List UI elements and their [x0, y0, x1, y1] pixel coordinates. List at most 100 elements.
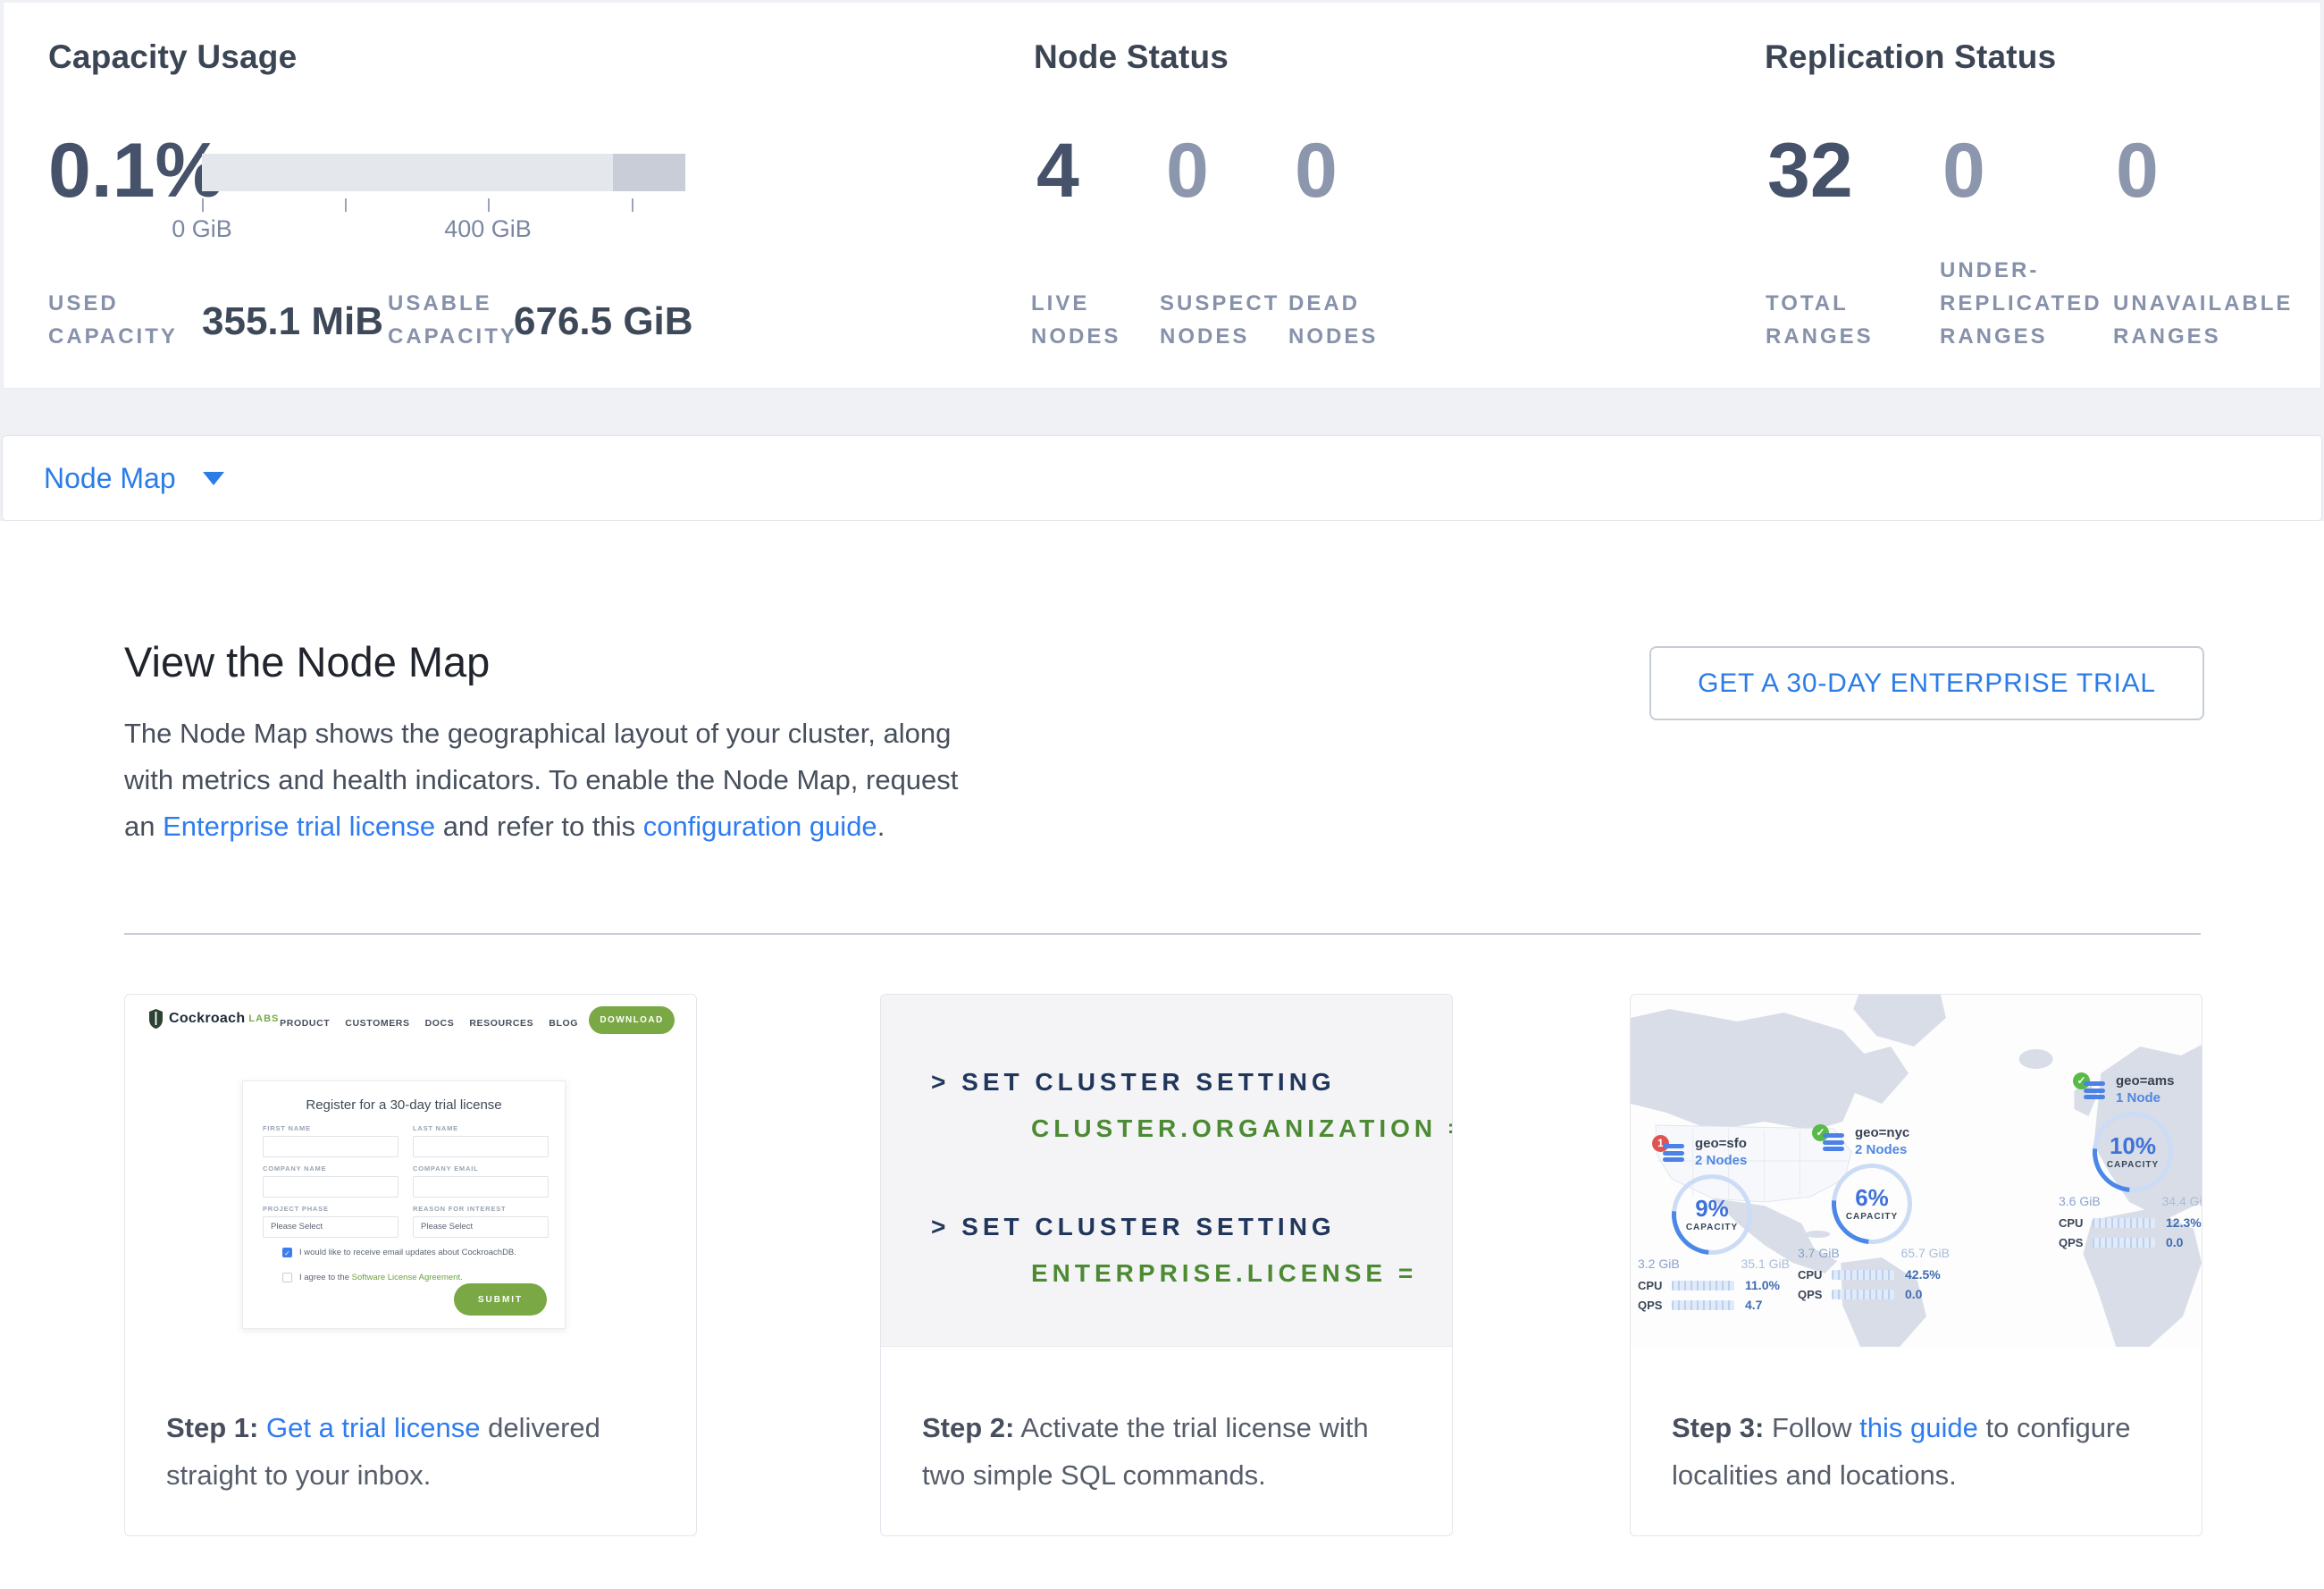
step1-card: Cockroach LABS PRODUCT CUSTOMERS DOCS RE…	[124, 994, 697, 1536]
mini-checkbox-email-updates: I would like to receive email updates ab…	[282, 1248, 516, 1257]
capacity-axis-label-400: 400 GiB	[416, 215, 559, 243]
step1-caption: Step 1: Get a trial license delivered st…	[125, 1347, 696, 1536]
capacity-used-percent: 0.1%	[48, 132, 223, 209]
locality-node-count: 1 Node	[2116, 1089, 2174, 1106]
mini-nav-customers: CUSTOMERS	[345, 1018, 409, 1029]
step3-map-preview: 1 geo=sfo 2 Nodes 9% CAPACITY	[1631, 995, 2202, 1347]
cockroach-labs-logo: Cockroach LABS	[148, 1009, 279, 1029]
dead-nodes-label: DEAD NODES	[1288, 287, 1378, 353]
dead-nodes-value: 0	[1295, 132, 1338, 209]
used-capacity-value: 355.1 MiB	[202, 299, 383, 344]
node-map-enablement-section: View the Node Map The Node Map shows the…	[0, 521, 2324, 1589]
step1-site-preview: Cockroach LABS PRODUCT CUSTOMERS DOCS RE…	[125, 995, 696, 1347]
capacity-axis-tick	[488, 198, 490, 212]
qps-sparkline	[2093, 1238, 2155, 1248]
capacity-gauge: 10% CAPACITY	[2093, 1112, 2173, 1192]
sql-argument-2: ENTERPRISE.LICENSE =	[1031, 1259, 1417, 1288]
capacity-gauge: 9% CAPACITY	[1672, 1174, 1752, 1255]
under-replicated-ranges-label: UNDER- REPLICATED RANGES	[1940, 254, 2102, 353]
used-capacity-label: USED CAPACITY	[48, 287, 178, 353]
view-selector-dropdown[interactable]: Node Map	[2, 435, 2322, 521]
mini-download-button: DOWNLOAD	[589, 1006, 675, 1034]
locality-ams: ✓ geo=ams 1 Node 10% CAPACITY	[2073, 1069, 2202, 1257]
capacity-axis-tick	[632, 198, 633, 212]
sql-argument-1: CLUSTER.ORGANIZATION =	[1031, 1114, 1453, 1143]
qps-sparkline	[1672, 1300, 1734, 1310]
capacity-axis-label-0: 0 GiB	[130, 215, 273, 243]
mini-field-project-phase: PROJECT PHASE Please Select	[263, 1205, 399, 1238]
mini-field-first-name: FIRST NAME	[263, 1124, 399, 1157]
qps-metric-row: QPS 0.0	[2059, 1235, 2202, 1249]
mini-checkbox-license-agreement: I agree to the Software License Agreemen…	[282, 1273, 463, 1282]
suspect-nodes-label: SUSPECT NODES	[1160, 287, 1279, 353]
mini-nav-docs: DOCS	[425, 1018, 455, 1029]
cpu-metric-row: CPU 11.0%	[1638, 1278, 1808, 1292]
mini-trial-license-form: Register for a 30-day trial license FIRS…	[242, 1080, 566, 1329]
chevron-down-icon	[203, 472, 224, 485]
unavailable-ranges-value: 0	[2116, 132, 2159, 209]
mini-submit-button: SUBMIT	[454, 1283, 547, 1316]
under-replicated-ranges-value: 0	[1942, 132, 1985, 209]
mini-field-company-email: COMPANY EMAIL	[413, 1164, 549, 1198]
usable-capacity-label: USABLE CAPACITY	[388, 287, 517, 353]
cluster-summary-bar: Capacity Usage 0.1% 0 GiB 400 GiB USED C…	[3, 3, 2321, 389]
database-stack-icon	[1823, 1133, 1846, 1155]
mini-field-reason: REASON FOR INTEREST Please Select	[413, 1205, 549, 1238]
cpu-metric-row: CPU 12.3%	[2059, 1215, 2202, 1230]
step2-sql-preview: > SET CLUSTER SETTING CLUSTER.ORGANIZATI…	[881, 995, 1452, 1347]
view-selector-label: Node Map	[44, 462, 176, 495]
software-license-agreement-link: Software License Agreement.	[352, 1273, 463, 1282]
mini-site-header: Cockroach LABS PRODUCT CUSTOMERS DOCS RE…	[125, 995, 696, 1050]
capacity-usage-title: Capacity Usage	[48, 38, 297, 76]
section-divider	[124, 933, 2201, 935]
sql-command-2: > SET CLUSTER SETTING	[931, 1213, 1336, 1241]
cpu-sparkline	[2093, 1218, 2155, 1228]
locality-nyc: ✓ geo=nyc 2 Nodes 6% CAPACITY	[1812, 1121, 2026, 1308]
database-stack-icon	[2084, 1081, 2107, 1103]
mini-nav-resources: RESOURCES	[469, 1018, 533, 1029]
locality-name: geo=nyc	[1855, 1124, 1909, 1141]
cockroach-logo-icon	[148, 1009, 164, 1029]
qps-metric-row: QPS 0.0	[1798, 1287, 1967, 1301]
database-stack-icon	[1663, 1144, 1686, 1165]
suspect-nodes-value: 0	[1166, 132, 1209, 209]
mini-field-last-name: LAST NAME	[413, 1124, 549, 1157]
unavailable-ranges-label: UNAVAILABLE RANGES	[2113, 287, 2293, 353]
qps-metric-row: QPS 4.7	[1638, 1298, 1808, 1312]
usable-capacity-value: 676.5 GiB	[514, 299, 693, 344]
enterprise-trial-button[interactable]: GET A 30-DAY ENTERPRISE TRIAL	[1649, 646, 2204, 720]
live-nodes-value: 4	[1036, 132, 1079, 209]
mini-nav-blog: BLOG	[549, 1018, 578, 1029]
cpu-metric-row: CPU 42.5%	[1798, 1267, 1967, 1282]
step3-caption: Step 3: Follow this guide to configure l…	[1631, 1347, 2202, 1536]
step2-caption: Step 2: Activate the trial license with …	[881, 1347, 1452, 1536]
locality-name: geo=ams	[2116, 1072, 2174, 1089]
capacity-axis-tick	[345, 198, 347, 212]
node-map-description: The Node Map shows the geographical layo…	[124, 710, 986, 850]
cluster-overview-page: Capacity Usage 0.1% 0 GiB 400 GiB USED C…	[0, 0, 2324, 1589]
get-trial-license-link[interactable]: Get a trial license	[266, 1412, 481, 1443]
enterprise-trial-license-link[interactable]: Enterprise trial license	[163, 811, 435, 842]
node-status-title: Node Status	[1034, 38, 1229, 76]
step3-card: 1 geo=sfo 2 Nodes 9% CAPACITY	[1630, 994, 2202, 1536]
replication-status-title: Replication Status	[1765, 38, 2056, 76]
total-ranges-label: TOTAL RANGES	[1766, 287, 1874, 353]
checked-checkbox-icon	[282, 1248, 292, 1257]
mini-form-fields: FIRST NAME LAST NAME COMPANY NAME C	[263, 1124, 549, 1238]
capacity-usage-bar	[202, 154, 685, 191]
mini-form-title: Register for a 30-day trial license	[243, 1097, 565, 1113]
mini-field-company-name: COMPANY NAME	[263, 1164, 399, 1198]
capacity-gauge: 6% CAPACITY	[1832, 1164, 1912, 1244]
unchecked-checkbox-icon	[282, 1273, 292, 1282]
live-nodes-label: LIVE NODES	[1031, 287, 1120, 353]
this-guide-link[interactable]: this guide	[1859, 1412, 1978, 1443]
cpu-sparkline	[1672, 1281, 1734, 1291]
configuration-guide-link[interactable]: configuration guide	[643, 811, 877, 842]
mini-site-nav: PRODUCT CUSTOMERS DOCS RESOURCES BLOG	[280, 1018, 578, 1029]
locality-node-count: 2 Nodes	[1855, 1141, 1909, 1158]
locality-node-count: 2 Nodes	[1695, 1152, 1747, 1169]
total-ranges-value: 32	[1767, 132, 1853, 209]
qps-sparkline	[1832, 1290, 1894, 1299]
step2-card: > SET CLUSTER SETTING CLUSTER.ORGANIZATI…	[880, 994, 1453, 1536]
mini-nav-product: PRODUCT	[280, 1018, 330, 1029]
